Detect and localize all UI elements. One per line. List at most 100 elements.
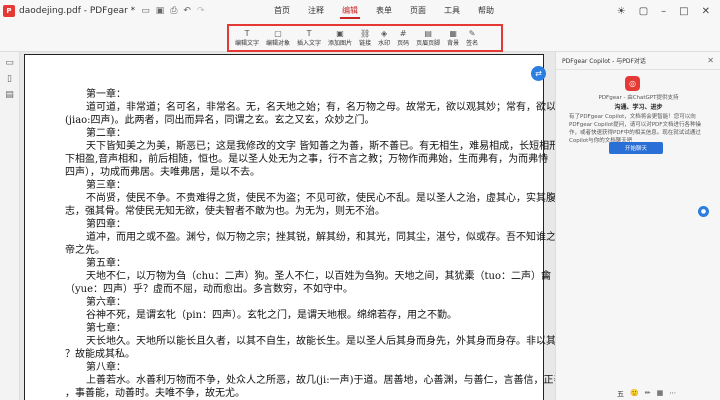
- close-icon[interactable]: ✕: [702, 6, 710, 17]
- insert-text-icon: T: [306, 28, 312, 38]
- document-line[interactable]: 第三章：: [65, 179, 543, 192]
- background-icon: ▦: [449, 28, 457, 38]
- signature-label: 签名: [466, 39, 479, 47]
- menu-tabs: 首页 注释 编辑 表单 页面 工具 帮助: [274, 0, 512, 22]
- tab-page[interactable]: 页面: [410, 0, 426, 22]
- document-line[interactable]: （yue：四声）乎？虚而不屈，动而愈出。多言数穷，不如守中。: [65, 283, 543, 296]
- document-line[interactable]: ，事善能，动善时。夫唯不争，故无尤。: [65, 387, 543, 400]
- document-line[interactable]: 天长地久。天地所以能长且久者，以其不自生，故能长生。是以圣人后其身而身先，外其身…: [65, 335, 586, 348]
- start-chat-button[interactable]: 开始聊天: [609, 142, 663, 154]
- close-panel-icon[interactable]: ✕: [707, 56, 714, 65]
- tab-help[interactable]: 帮助: [478, 0, 494, 22]
- document-line[interactable]: 帝之先。: [65, 244, 543, 257]
- assistant-bubble-icon[interactable]: ●: [698, 206, 709, 217]
- save-icon[interactable]: ▣: [156, 6, 165, 16]
- copilot-subtitle: PDFgear - 由ChatGPT提供支持: [598, 95, 679, 101]
- copilot-slogan: 沟通、学习、进步: [614, 104, 663, 111]
- folder-icon[interactable]: ▭: [141, 6, 150, 16]
- edit-text-tool[interactable]: T 编辑文字: [235, 29, 259, 48]
- status-icon-more[interactable]: ⋯: [669, 389, 676, 399]
- document-line[interactable]: 第六章：: [65, 296, 543, 309]
- header-footer-tool[interactable]: ▤ 页眉页脚: [416, 29, 440, 48]
- add-image-label: 添加图片: [328, 39, 353, 47]
- document-line[interactable]: 志，强其骨。常使民无知无欲，使夫智者不敢为也。为无为，则无不治。: [65, 205, 543, 218]
- document-line[interactable]: 道可道，非常道；名可名，非常名。无，名天地之始；有，名万物之母。故常无，欲以观其…: [65, 101, 586, 114]
- watermark-icon: ◈: [381, 28, 388, 38]
- link-icon: ⛓: [359, 28, 371, 38]
- translate-icon[interactable]: ⇄: [531, 66, 546, 81]
- link-tool[interactable]: ⛓ 链接: [359, 29, 371, 48]
- header-footer-icon: ▤: [424, 28, 432, 38]
- document-line[interactable]: 天下皆知美之为美，斯恶已；这是我修改的文字 皆知善之为善，斯不善已。有无相生，难…: [65, 140, 579, 153]
- window-title: daodejing.pdf - PDFgear *: [19, 6, 136, 16]
- image-icon: ▣: [336, 28, 344, 38]
- sun-icon[interactable]: ☀: [617, 6, 626, 17]
- page-number-tool[interactable]: # 页码: [397, 29, 409, 48]
- signature-icon: ✎: [468, 28, 476, 38]
- copilot-description: 有了PDFgear Copilot，文档将会更智能！您可以向PDFgear Co…: [569, 114, 701, 144]
- header-footer-label: 页眉页脚: [416, 39, 441, 47]
- tab-tools[interactable]: 工具: [444, 0, 460, 22]
- undo-icon[interactable]: ↶: [183, 6, 191, 16]
- comments-icon[interactable]: ▤: [0, 90, 19, 100]
- status-icon-pen[interactable]: ✏: [645, 389, 651, 399]
- document-line[interactable]: 天地不仁，以万物为刍（chu：二声）狗。圣人不仁，以百姓为刍狗。天地之间，其犹橐…: [65, 270, 551, 283]
- copilot-avatar-icon: ◎: [625, 76, 640, 91]
- page-number-icon: #: [399, 28, 407, 38]
- copilot-panel: PDFgear Copilot - 与PDF对话 ✕ ◎ PDFgear - 由…: [555, 52, 720, 400]
- document-line[interactable]: 道冲，而用之或不盈。渊兮，似万物之宗；挫其锐，解其纷，和其光，同其尘，湛兮，似或…: [65, 231, 586, 244]
- watermark-label: 水印: [378, 39, 391, 47]
- edit-text-label: 编辑文字: [235, 39, 260, 47]
- copilot-title: PDFgear Copilot - 与PDF对话: [562, 58, 646, 65]
- thumbnails-icon[interactable]: ▭: [0, 58, 19, 68]
- tab-form[interactable]: 表单: [376, 0, 392, 22]
- tab-home[interactable]: 首页: [274, 0, 290, 22]
- page-number-label: 页码: [397, 39, 410, 47]
- document-line[interactable]: 下相盈,音声相和，前后相随，恒也。是以圣人处无为之事，行不言之教；万物作而弗始，…: [65, 153, 576, 166]
- document-line[interactable]: 上善若水。水善利万物而不争，处众人之所恶，故几(ji:一声)于道。居善地，心善渊…: [65, 374, 573, 387]
- edit-toolbar: T 编辑文字 ▢ 编辑对象 T 插入文字 ▣ 添加图片 ⛓ 链接 ◈ 水印 # 页码 ▤ 页眉页…: [0, 22, 720, 52]
- text-icon: T: [244, 28, 250, 38]
- edit-object-label: 编辑对象: [266, 39, 291, 47]
- document-line[interactable]: 第八章：: [65, 361, 543, 374]
- edit-tools-group: T 编辑文字 ▢ 编辑对象 T 插入文字 ▣ 添加图片 ⛓ 链接 ◈ 水印 # 页码 ▤ 页眉页…: [227, 24, 503, 52]
- status-icons: 五 🙂 ✏ ▦ ⋯: [617, 389, 682, 399]
- insert-text-label: 插入文字: [297, 39, 322, 47]
- document-line[interactable]: ？故能成其私。: [65, 348, 543, 361]
- document-line[interactable]: 第五章：: [65, 257, 543, 270]
- bookmarks-icon[interactable]: ▯: [0, 74, 19, 84]
- chat-icon[interactable]: ▢: [639, 6, 648, 17]
- signature-tool[interactable]: ✎ 签名: [466, 29, 478, 48]
- background-tool[interactable]: ▦ 背景: [447, 29, 459, 48]
- title-bar: P daodejing.pdf - PDFgear * ▭ ▣ ⎙ ↶ ↷ 首页…: [0, 0, 720, 22]
- document-line[interactable]: 第二章：: [65, 127, 543, 140]
- pdf-page[interactable]: 第一章： 道可道，非常道；名可名，非常名。无，名天地之始；有，名万物之母。故常无，…: [24, 54, 586, 400]
- link-label: 链接: [359, 39, 372, 47]
- watermark-tool[interactable]: ◈ 水印: [378, 29, 390, 48]
- tab-annotate[interactable]: 注释: [308, 0, 324, 22]
- status-icon-grid[interactable]: ▦: [657, 389, 664, 399]
- tab-edit[interactable]: 编辑: [340, 0, 360, 22]
- redo-icon[interactable]: ↷: [197, 6, 205, 16]
- document-line[interactable]: 谷神不死，是谓玄牝（pin：四声）。玄牝之门，是谓天地根。绵绵若存，用之不勤。: [65, 309, 543, 322]
- window-controls: ☀ ▢ – □ ✕: [604, 0, 720, 22]
- print-icon[interactable]: ⎙: [170, 6, 177, 16]
- left-sidebar: ▭ ▯ ▤: [0, 52, 20, 400]
- status-icon-emoji[interactable]: 🙂: [630, 389, 639, 399]
- copilot-header: PDFgear Copilot - 与PDF对话: [556, 52, 720, 70]
- document-line[interactable]: (jiao:四声)。此两者，同出而异名，同谓之玄。玄之又玄，众妙之门。: [65, 114, 543, 127]
- pdf-logo-icon: P: [3, 5, 15, 17]
- add-image-tool[interactable]: ▣ 添加图片: [328, 29, 352, 48]
- document-line[interactable]: 第四章：: [65, 218, 543, 231]
- document-line[interactable]: 第七章：: [65, 322, 543, 335]
- document-line[interactable]: 四声），功成而弗居。夫唯弗居，是以不去。: [65, 166, 543, 179]
- document-line[interactable]: 第一章：: [65, 88, 543, 101]
- minimize-icon[interactable]: –: [661, 6, 666, 17]
- insert-text-tool[interactable]: T 插入文字: [297, 29, 321, 48]
- object-icon: ▢: [274, 28, 282, 38]
- status-icon-ime[interactable]: 五: [617, 389, 624, 399]
- document-area[interactable]: 第一章： 道可道，非常道；名可名，非常名。无，名天地之始；有，名万物之母。故常无，…: [20, 52, 586, 400]
- maximize-icon[interactable]: □: [679, 6, 688, 17]
- document-line[interactable]: 不尚贤，使民不争。不贵难得之货，使民不为盗；不见可欲，使民心不乱。是以圣人之治，…: [65, 192, 586, 205]
- edit-object-tool[interactable]: ▢ 编辑对象: [266, 29, 290, 48]
